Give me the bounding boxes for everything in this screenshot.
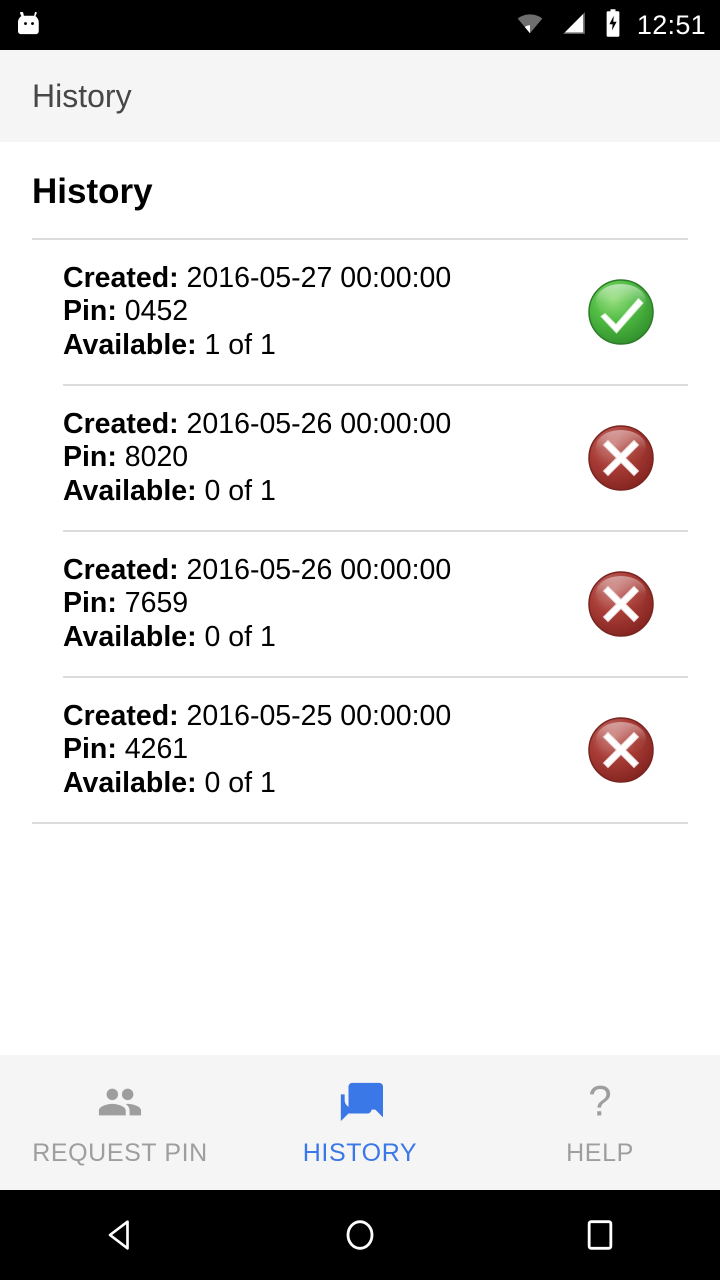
battery-charging-icon (603, 8, 623, 43)
recents-square-icon[interactable] (540, 1190, 660, 1280)
x-circle-icon (585, 568, 657, 640)
pin-value: 8020 (124, 441, 189, 474)
created-label: Created: (63, 554, 179, 587)
pin-value: 7659 (124, 587, 189, 620)
available-label: Available: (63, 328, 197, 361)
available-value: 0 of 1 (204, 620, 276, 653)
bottom-tab-bar: REQUEST PIN HISTORY ? HELP (0, 1055, 720, 1190)
pin-label: Pin: (63, 441, 117, 474)
table-row[interactable]: Created: 2016-05-26 00:00:00 Pin: 7659 A… (0, 532, 720, 676)
status-bar-left (14, 8, 44, 43)
pin-line: Pin: 0452 (63, 295, 451, 328)
history-entry-details: Created: 2016-05-26 00:00:00 Pin: 8020 A… (63, 408, 451, 508)
created-line: Created: 2016-05-26 00:00:00 (63, 408, 451, 441)
tab-history-label: HISTORY (302, 1139, 418, 1167)
toolbar-title: History (32, 77, 132, 114)
wifi-icon (515, 10, 545, 41)
x-circle-icon (585, 422, 657, 494)
available-value: 0 of 1 (204, 766, 276, 799)
created-label: Created: (63, 262, 179, 294)
question-mark-icon: ? (577, 1077, 623, 1127)
available-line: Available: 1 of 1 (63, 329, 451, 362)
status-bar: 12:51 (0, 0, 720, 50)
available-label: Available: (63, 766, 197, 799)
created-value: 2016-05-25 00:00:00 (186, 700, 452, 733)
x-circle-icon (585, 714, 657, 786)
history-content: History Created: 2016-05-27 00:00:00 Pin… (0, 142, 720, 1055)
history-entry-details: Created: 2016-05-25 00:00:00 Pin: 4261 A… (63, 700, 451, 800)
pin-line: Pin: 4261 (63, 733, 451, 766)
pin-label: Pin: (63, 295, 117, 328)
table-row[interactable]: Created: 2016-05-26 00:00:00 Pin: 8020 A… (0, 386, 720, 530)
pin-line: Pin: 8020 (63, 441, 451, 474)
available-label: Available: (63, 620, 197, 653)
tab-help[interactable]: ? HELP (480, 1055, 720, 1190)
forum-icon (337, 1077, 383, 1127)
created-line: Created: 2016-05-27 00:00:00 (63, 262, 451, 295)
check-circle-icon (585, 276, 657, 348)
history-entry-details: Created: 2016-05-26 00:00:00 Pin: 7659 A… (63, 554, 451, 654)
tab-help-label: HELP (566, 1139, 634, 1167)
people-icon (97, 1077, 143, 1127)
available-value: 1 of 1 (204, 328, 276, 361)
home-circle-icon[interactable] (300, 1190, 420, 1280)
list-bottom-divider (32, 822, 688, 825)
available-line: Available: 0 of 1 (63, 621, 451, 654)
created-value: 2016-05-27 00:00:00 (186, 262, 452, 294)
pin-line: Pin: 7659 (63, 587, 451, 620)
pin-label: Pin: (63, 733, 117, 766)
cellular-signal-icon (559, 10, 589, 41)
android-mascot-icon (14, 8, 44, 43)
status-bar-clock: 12:51 (636, 9, 706, 40)
back-triangle-icon[interactable] (60, 1190, 180, 1280)
pin-label: Pin: (63, 587, 117, 620)
created-line: Created: 2016-05-26 00:00:00 (63, 554, 451, 587)
available-label: Available: (63, 474, 197, 507)
pin-value: 4261 (124, 733, 189, 766)
tab-request-pin-label: REQUEST PIN (32, 1139, 208, 1167)
tab-request-pin[interactable]: REQUEST PIN (0, 1055, 240, 1190)
created-value: 2016-05-26 00:00:00 (186, 408, 452, 441)
created-value: 2016-05-26 00:00:00 (186, 554, 452, 587)
status-bar-right: 12:51 (515, 8, 706, 43)
created-label: Created: (63, 700, 179, 733)
page-title: History (32, 172, 153, 211)
created-line: Created: 2016-05-25 00:00:00 (63, 700, 451, 733)
history-entry-details: Created: 2016-05-27 00:00:00 Pin: 0452 A… (63, 262, 451, 362)
table-row[interactable]: Created: 2016-05-27 00:00:00 Pin: 0452 A… (0, 240, 720, 384)
table-row[interactable]: Created: 2016-05-25 00:00:00 Pin: 4261 A… (0, 678, 720, 822)
app-toolbar: History (0, 50, 720, 142)
svg-text:?: ? (588, 1079, 611, 1124)
created-label: Created: (63, 408, 179, 441)
phone-screen: 12:51 History History Created: 2016-05-2… (0, 0, 720, 1280)
available-line: Available: 0 of 1 (63, 475, 451, 508)
available-value: 0 of 1 (204, 474, 276, 507)
available-line: Available: 0 of 1 (63, 767, 451, 800)
tab-history[interactable]: HISTORY (240, 1055, 480, 1190)
system-navigation-bar (0, 1190, 720, 1280)
pin-value: 0452 (124, 295, 189, 328)
